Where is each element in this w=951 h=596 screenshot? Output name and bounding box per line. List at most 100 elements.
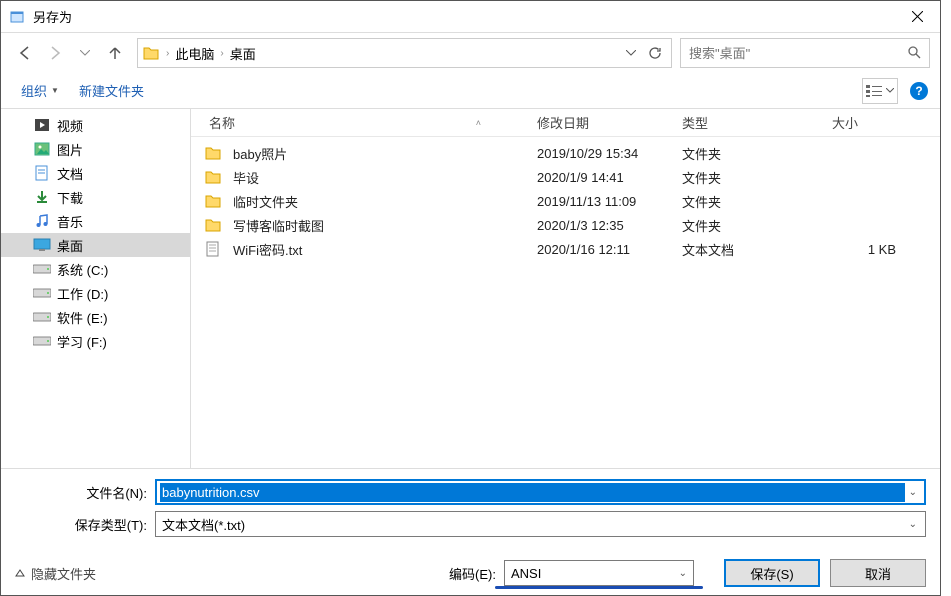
tree-item[interactable]: 音乐 xyxy=(1,209,190,233)
file-size: 1 KB xyxy=(824,242,904,257)
file-name: baby照片 xyxy=(225,144,529,163)
file-row[interactable]: baby照片2019/10/29 15:34文件夹 xyxy=(191,141,940,165)
new-folder-button[interactable]: 新建文件夹 xyxy=(71,77,152,104)
help-button[interactable]: ? xyxy=(910,82,928,100)
breadcrumb-desktop[interactable]: 桌面 xyxy=(226,44,260,63)
tree-item-label: 图片 xyxy=(57,140,83,159)
chevron-down-icon[interactable]: ⌄ xyxy=(905,487,921,498)
file-date: 2019/11/13 11:09 xyxy=(529,194,674,209)
tree-item-label: 文档 xyxy=(57,164,83,183)
filename-combo[interactable]: ⌄ xyxy=(155,479,926,505)
file-row[interactable]: WiFi密码.txt2020/1/16 12:11文本文档1 KB xyxy=(191,237,940,261)
file-type: 文件夹 xyxy=(674,144,824,163)
music-icon xyxy=(33,212,51,230)
crumb-sep: › xyxy=(164,48,171,59)
navigation-tree[interactable]: 视频图片文档下载音乐桌面系统 (C:) 工作 (D:) 软件 (E:) 学习 (F:) xyxy=(1,109,191,468)
toolbar: 组织▼ 新建文件夹 ? xyxy=(1,73,940,109)
tree-item[interactable]: 视频 xyxy=(1,113,190,137)
navigation-bar: › 此电脑 › 桌面 xyxy=(1,33,940,73)
file-row[interactable]: 临时文件夹2019/11/13 11:09文件夹 xyxy=(191,189,940,213)
file-name: 毕设 xyxy=(225,168,529,187)
textfile-icon xyxy=(201,241,225,257)
address-bar[interactable]: › 此电脑 › 桌面 xyxy=(137,38,672,68)
folder-icon xyxy=(201,145,225,161)
tree-item[interactable]: 系统 (C:) xyxy=(1,257,190,281)
tree-item[interactable]: 工作 (D:) xyxy=(1,281,190,305)
search-icon[interactable] xyxy=(907,45,921,62)
file-date: 2020/1/3 12:35 xyxy=(529,218,674,233)
drive-icon xyxy=(33,260,51,278)
breadcrumb-pc[interactable]: 此电脑 xyxy=(171,44,218,63)
column-headers: 名称˄ 修改日期 类型 大小 xyxy=(191,109,940,137)
file-row[interactable]: 毕设2020/1/9 14:41文件夹 xyxy=(191,165,940,189)
drive-icon xyxy=(33,332,51,350)
tree-item[interactable]: 学习 (F:) xyxy=(1,329,190,353)
file-name: WiFi密码.txt xyxy=(225,240,529,259)
view-button[interactable] xyxy=(862,78,898,104)
tree-item[interactable]: 图片 xyxy=(1,137,190,161)
forward-button[interactable] xyxy=(41,39,69,67)
tree-item[interactable]: 软件 (E:) xyxy=(1,305,190,329)
column-size[interactable]: 大小 xyxy=(824,113,904,132)
chevron-down-icon[interactable]: ⌄ xyxy=(905,519,921,530)
file-name: 写博客临时截图 xyxy=(225,216,529,235)
desktop-icon xyxy=(33,236,51,254)
bottom-panel: 文件名(N): ⌄ 保存类型(T): ⌄ 隐藏文件夹 xyxy=(1,468,940,595)
video-icon xyxy=(33,116,51,134)
tree-item[interactable]: 桌面 xyxy=(1,233,190,257)
pictures-icon xyxy=(33,140,51,158)
filename-input[interactable] xyxy=(160,483,905,502)
file-date: 2020/1/9 14:41 xyxy=(529,170,674,185)
recent-dropdown[interactable] xyxy=(71,39,99,67)
column-date[interactable]: 修改日期 xyxy=(529,113,674,132)
cancel-button[interactable]: 取消 xyxy=(830,559,926,587)
address-dropdown[interactable] xyxy=(619,41,643,65)
hide-folders-toggle[interactable]: 隐藏文件夹 xyxy=(15,564,96,583)
encoding-select[interactable]: ANSI⌄ xyxy=(504,560,694,586)
window-title: 另存为 xyxy=(33,7,894,26)
file-list-pane: 名称˄ 修改日期 类型 大小 baby照片2019/10/29 15:34文件夹… xyxy=(191,109,940,468)
filetype-input[interactable] xyxy=(160,515,905,534)
filetype-combo[interactable]: ⌄ xyxy=(155,511,926,537)
drive-icon xyxy=(33,308,51,326)
file-row[interactable]: 写博客临时截图2020/1/3 12:35文件夹 xyxy=(191,213,940,237)
file-date: 2019/10/29 15:34 xyxy=(529,146,674,161)
file-list[interactable]: baby照片2019/10/29 15:34文件夹毕设2020/1/9 14:4… xyxy=(191,137,940,468)
tree-item-label: 视频 xyxy=(57,116,83,135)
column-type[interactable]: 类型 xyxy=(674,113,824,132)
tree-item-label: 下载 xyxy=(57,188,83,207)
search-box[interactable] xyxy=(680,38,930,68)
tree-item[interactable]: 文档 xyxy=(1,161,190,185)
tree-item-label: 桌面 xyxy=(57,236,83,255)
back-button[interactable] xyxy=(11,39,39,67)
file-name: 临时文件夹 xyxy=(225,192,529,211)
search-input[interactable] xyxy=(689,46,907,61)
refresh-button[interactable] xyxy=(643,41,667,65)
drive-icon xyxy=(33,284,51,302)
organize-button[interactable]: 组织▼ xyxy=(13,77,67,104)
folder-icon xyxy=(201,169,225,185)
file-type: 文本文档 xyxy=(674,240,824,259)
file-type: 文件夹 xyxy=(674,192,824,211)
folder-icon xyxy=(142,44,160,62)
save-as-dialog: 另存为 › 此电脑 › 桌面 组织▼ 新建文件夹 xyxy=(0,0,941,596)
titlebar: 另存为 xyxy=(1,1,940,33)
folder-icon xyxy=(201,193,225,209)
column-name[interactable]: 名称˄ xyxy=(201,113,529,132)
downloads-icon xyxy=(33,188,51,206)
folder-icon xyxy=(201,217,225,233)
up-button[interactable] xyxy=(101,39,129,67)
tree-item-label: 工作 (D:) xyxy=(57,284,108,303)
filename-label: 文件名(N): xyxy=(15,483,155,502)
file-type: 文件夹 xyxy=(674,216,824,235)
save-button[interactable]: 保存(S) xyxy=(724,559,820,587)
tree-item[interactable]: 下载 xyxy=(1,185,190,209)
file-date: 2020/1/16 12:11 xyxy=(529,242,674,257)
close-button[interactable] xyxy=(894,2,940,32)
tree-item-label: 系统 (C:) xyxy=(57,260,108,279)
encoding-label: 编码(E): xyxy=(449,564,496,583)
file-type: 文件夹 xyxy=(674,168,824,187)
tree-item-label: 软件 (E:) xyxy=(57,308,108,327)
tree-item-label: 音乐 xyxy=(57,212,83,231)
tree-item-label: 学习 (F:) xyxy=(57,332,107,351)
